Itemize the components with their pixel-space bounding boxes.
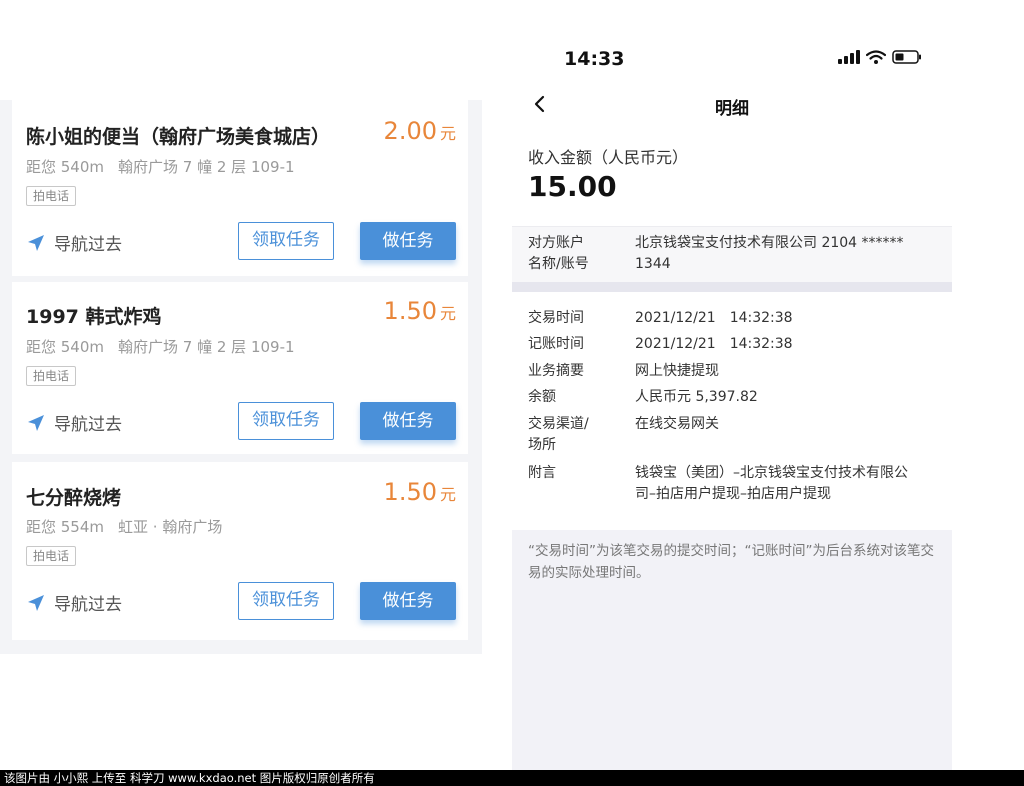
counterparty-section: 对方账户 名称/账号 北京钱袋宝支付技术有限公司 2104 ****** 134… <box>512 226 952 282</box>
wifi-icon <box>866 50 886 64</box>
detail-value-remark: 钱袋宝（美团）–北京钱袋宝支付技术有限公司–拍店用户提现–拍店用户提现 <box>635 465 908 502</box>
claim-task-button[interactable]: 领取任务 <box>238 222 334 260</box>
phone-tag: 拍电话 <box>26 366 77 386</box>
shop-name: 1997 韩式炸鸡 <box>26 306 162 328</box>
shop-location: 距您 540m 翰府广场 7 幢 2 层 109-1 <box>26 156 295 177</box>
amount-label: 收入金额（人民币元） <box>528 148 689 167</box>
detail-label-summary: 业务摘要 <box>528 363 584 379</box>
footnote: “交易时间”为该笔交易的提交时间；“记账时间”为后台系统对该笔交易的实际处理时间… <box>528 543 934 581</box>
counterparty-value: 北京钱袋宝支付技术有限公司 2104 ****** 1344 <box>635 235 904 272</box>
amount-section: 收入金额（人民币元） 15.00 <box>512 130 952 226</box>
address: 虹亚 · 翰府广场 <box>118 518 223 536</box>
detail-label-remark: 附言 <box>528 465 556 481</box>
detail-label-trade-time: 交易时间 <box>528 310 584 326</box>
phone-tag: 拍电话 <box>26 186 77 206</box>
shop-name: 七分醉烧烤 <box>26 487 122 509</box>
shop-name: 陈小姐的便当（翰府广场美食城店） <box>26 126 331 148</box>
cellular-signal-icon <box>838 50 860 64</box>
shop-location: 距您 554m 虹亚 · 翰府广场 <box>26 516 222 537</box>
watermark-strip: 该图片由 小小熙 上传至 科学刀 www.kxdao.net 图片版权归原创者所… <box>0 770 1024 786</box>
do-task-button[interactable]: 做任务 <box>360 582 456 620</box>
navigation-arrow-icon <box>28 234 44 251</box>
transaction-detail-screen: 14:33 明细 收入金额（人民币元） 15.00 对方账户 名称/账号 北京钱… <box>512 0 952 770</box>
detail-value-trade-time: 2021/12/21 14:32:38 <box>635 310 793 326</box>
task-card[interactable]: 1997 韩式炸鸡 1.50 元 距您 540m 翰府广场 7 幢 2 层 109-… <box>12 282 468 454</box>
task-list-panel: 陈小姐的便当（翰府广场美食城店） 2.00 元 距您 540m 翰府广场 7 幢 2… <box>0 100 482 654</box>
task-card[interactable]: 陈小姐的便当（翰府广场美食城店） 2.00 元 距您 540m 翰府广场 7 幢 2… <box>12 100 468 276</box>
distance: 距您 540m <box>26 338 105 356</box>
battery-icon <box>892 50 921 64</box>
detail-label-balance: 余额 <box>528 389 556 405</box>
shop-location: 距您 540m 翰府广场 7 幢 2 层 109-1 <box>26 336 295 357</box>
reward-price: 2.00 元 <box>383 117 456 145</box>
distance: 距您 554m <box>26 518 105 536</box>
page-title: 明细 <box>715 99 749 119</box>
navigate-link[interactable]: 导航过去 <box>26 230 122 255</box>
phone-tag: 拍电话 <box>26 546 77 566</box>
address: 翰府广场 7 幢 2 层 109-1 <box>118 158 295 176</box>
detail-value-balance: 人民币元 5,397.82 <box>635 389 758 405</box>
detail-label-posting-time: 记账时间 <box>528 336 584 352</box>
status-icons <box>838 50 922 64</box>
navigation-arrow-icon <box>28 414 44 431</box>
amount-value: 15.00 <box>528 170 617 203</box>
do-task-button[interactable]: 做任务 <box>360 222 456 260</box>
detail-value-summary: 网上快捷提现 <box>635 363 719 379</box>
navigation-arrow-icon <box>28 594 44 611</box>
reward-price: 1.50 元 <box>383 297 456 325</box>
reward-price: 1.50 元 <box>383 478 456 506</box>
navigation-bar: 明细 <box>512 80 952 130</box>
navigate-link[interactable]: 导航过去 <box>26 590 122 615</box>
detail-value-channel: 在线交易网关 <box>635 416 719 432</box>
do-task-button[interactable]: 做任务 <box>360 402 456 440</box>
transaction-details: 交易时间 2021/12/21 14:32:38 记账时间 2021/12/21… <box>512 292 952 530</box>
claim-task-button[interactable]: 领取任务 <box>238 582 334 620</box>
clock: 14:33 <box>564 48 625 70</box>
status-bar: 14:33 <box>512 0 952 80</box>
section-divider <box>512 282 952 292</box>
navigate-link[interactable]: 导航过去 <box>26 410 122 435</box>
detail-value-posting-time: 2021/12/21 14:32:38 <box>635 336 793 352</box>
counterparty-label: 对方账户 名称/账号 <box>528 235 589 272</box>
address: 翰府广场 7 幢 2 层 109-1 <box>118 338 295 356</box>
distance: 距您 540m <box>26 158 105 176</box>
claim-task-button[interactable]: 领取任务 <box>238 402 334 440</box>
detail-label-channel: 交易渠道/ 场所 <box>528 416 589 453</box>
task-card[interactable]: 七分醉烧烤 1.50 元 距您 554m 虹亚 · 翰府广场 拍电话 导航过去 领取… <box>12 462 468 640</box>
